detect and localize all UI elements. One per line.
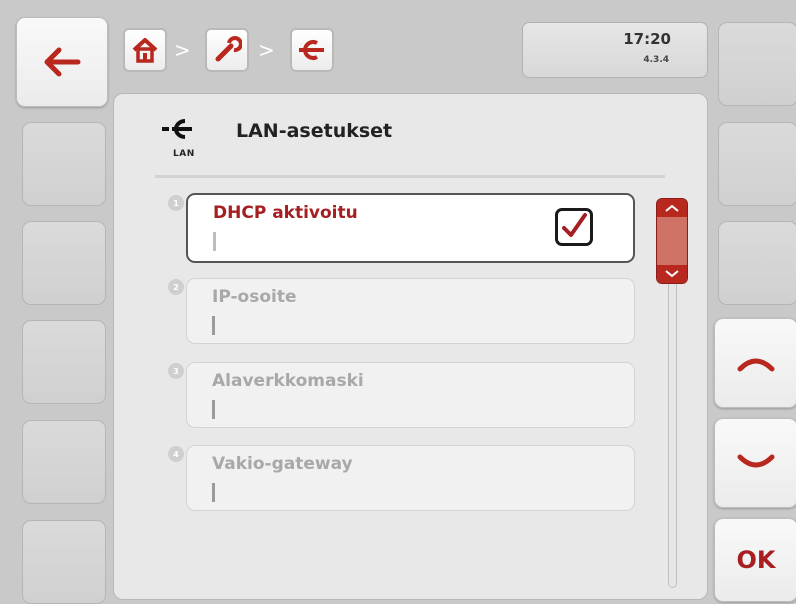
list-item-label: IP-osoite bbox=[212, 287, 297, 307]
checkmark-icon bbox=[562, 213, 587, 237]
text-cursor bbox=[212, 316, 215, 335]
back-button[interactable] bbox=[16, 17, 108, 107]
right-softkey-1 bbox=[718, 22, 796, 106]
ok-button[interactable]: OK bbox=[714, 518, 796, 602]
text-cursor bbox=[212, 400, 215, 419]
software-version: 4.3.4 bbox=[643, 55, 669, 65]
breadcrumb-lan[interactable] bbox=[290, 28, 334, 72]
list-item-subnet-mask[interactable]: Alaverkkomaski bbox=[186, 362, 635, 428]
page-title: LAN-asetukset bbox=[236, 120, 393, 142]
left-softkey-2 bbox=[22, 122, 106, 206]
lan-icon-caption: LAN bbox=[173, 149, 195, 159]
row-number: 3 bbox=[168, 363, 184, 379]
breadcrumb-separator: > bbox=[258, 38, 275, 62]
text-cursor bbox=[212, 483, 215, 502]
right-softkey-3 bbox=[718, 221, 796, 305]
left-softkey-3 bbox=[22, 221, 106, 305]
scroll-down-button[interactable] bbox=[714, 418, 796, 508]
breadcrumb-settings[interactable] bbox=[205, 28, 249, 72]
scroll-up-icon bbox=[665, 204, 679, 212]
lan-plug-icon bbox=[162, 119, 192, 139]
breadcrumb-separator: > bbox=[174, 38, 191, 62]
row-number: 1 bbox=[168, 195, 184, 211]
left-softkey-4 bbox=[22, 320, 106, 404]
clock-display: 17:20 4.3.4 bbox=[522, 22, 708, 78]
dhcp-checkbox[interactable] bbox=[555, 208, 593, 246]
text-cursor bbox=[213, 232, 216, 251]
scrollbar-thumb[interactable] bbox=[656, 198, 688, 284]
chevron-up-icon bbox=[737, 358, 775, 372]
chevron-down-icon bbox=[737, 454, 775, 468]
scroll-down-icon bbox=[665, 270, 679, 278]
row-number: 2 bbox=[168, 279, 184, 295]
row-number: 4 bbox=[168, 446, 184, 462]
right-softkey-2 bbox=[718, 122, 796, 206]
list-item-ip-address[interactable]: IP-osoite bbox=[186, 278, 635, 344]
list-item-label: DHCP aktivoitu bbox=[213, 203, 358, 223]
list-item-default-gateway[interactable]: Vakio-gateway bbox=[186, 445, 635, 511]
left-softkey-6 bbox=[22, 520, 106, 604]
scroll-up-button[interactable] bbox=[714, 318, 796, 408]
breadcrumb-home[interactable] bbox=[123, 28, 167, 72]
clock-time: 17:20 bbox=[623, 30, 671, 48]
plug-icon bbox=[299, 40, 324, 60]
left-softkey-5 bbox=[22, 420, 106, 504]
main-panel bbox=[113, 93, 708, 600]
title-divider bbox=[155, 175, 665, 178]
list-item-label: Alaverkkomaski bbox=[212, 371, 364, 391]
wrench-icon bbox=[215, 36, 242, 62]
home-icon bbox=[132, 38, 158, 63]
list-item-dhcp[interactable]: DHCP aktivoitu bbox=[186, 193, 635, 263]
back-arrow-icon bbox=[44, 47, 81, 77]
list-item-label: Vakio-gateway bbox=[212, 454, 353, 474]
ok-button-label: OK bbox=[736, 546, 776, 574]
